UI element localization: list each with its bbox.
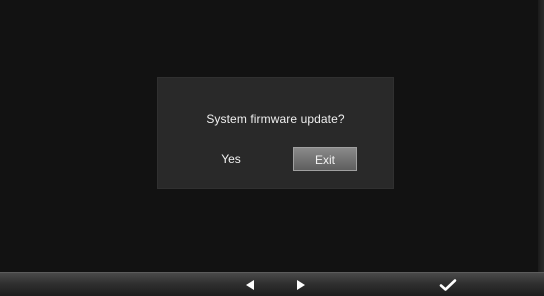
yes-button[interactable]: Yes — [199, 147, 263, 171]
bottom-control-bar — [0, 272, 544, 296]
screen-area: System firmware update? Yes Exit — [0, 0, 544, 272]
confirm-button[interactable] — [434, 273, 462, 296]
triangle-right-icon — [297, 279, 305, 290]
screen-edge — [538, 0, 544, 272]
checkmark-icon — [439, 278, 457, 291]
triangle-left-icon — [246, 279, 254, 290]
previous-button[interactable] — [238, 273, 262, 296]
exit-button[interactable]: Exit — [293, 147, 357, 171]
firmware-update-dialog: System firmware update? Yes Exit — [157, 77, 394, 189]
dialog-message: System firmware update? — [206, 112, 345, 126]
next-button[interactable] — [289, 273, 313, 296]
